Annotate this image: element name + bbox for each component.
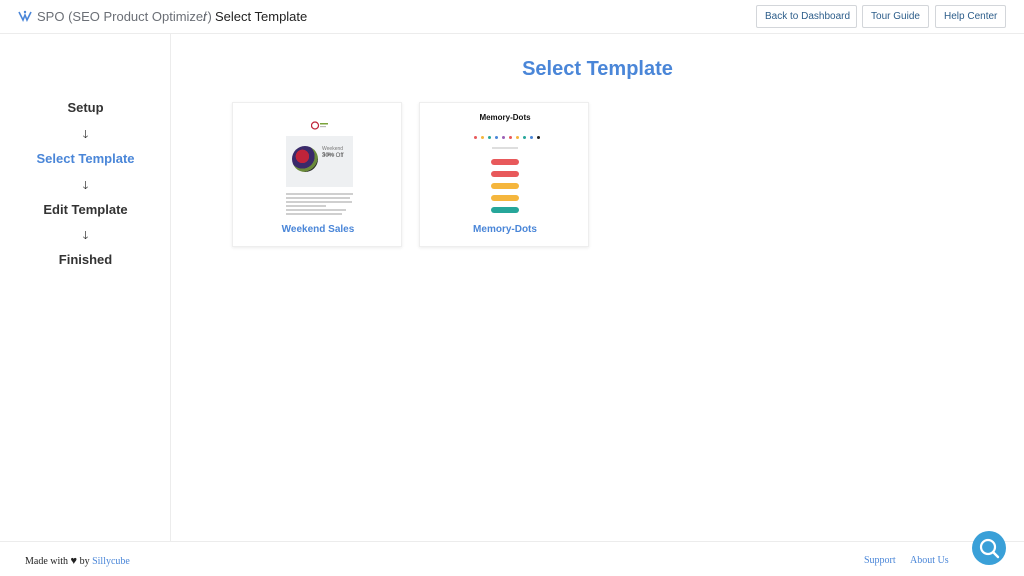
breadcrumb-app[interactable]: SPO (SEO Product Optimizer)	[37, 9, 212, 24]
color-dot	[495, 136, 498, 139]
template-card-memory-dots[interactable]: Memory-Dots Memory-Dots	[419, 102, 589, 247]
breadcrumb-separator: /	[203, 9, 207, 24]
text-line	[286, 209, 346, 211]
help-fab-button[interactable]	[972, 531, 1006, 565]
step-select-template: Select Template	[36, 151, 135, 166]
step-setup: Setup	[67, 100, 104, 115]
pill-button	[491, 207, 519, 213]
text-line	[286, 205, 326, 207]
step-arrow-icon: 🡓	[82, 180, 89, 192]
breadcrumb-current-page: Select Template	[215, 9, 308, 24]
subtitle-line	[492, 147, 518, 149]
color-dot	[474, 136, 477, 139]
support-link[interactable]: Support	[864, 555, 896, 566]
color-dots-row	[474, 136, 540, 140]
step-arrow-icon: 🡓	[82, 129, 89, 141]
pill-button	[491, 159, 519, 165]
step-finished: Finished	[58, 252, 113, 267]
step-arrow-icon: 🡓	[82, 230, 89, 242]
template-name[interactable]: Weekend Sales	[233, 224, 403, 235]
hero-text-discount: 30% Off	[322, 153, 344, 159]
color-dot	[537, 136, 540, 139]
color-dot	[516, 136, 519, 139]
step-edit-template: Edit Template	[43, 202, 128, 217]
search-help-icon	[979, 538, 1000, 559]
heart-icon: ♥	[70, 555, 78, 567]
template-thumbnail-weekend-sales[interactable]: Weekend Sales 30% Off	[233, 103, 403, 221]
text-line	[286, 213, 342, 215]
color-dot	[488, 136, 491, 139]
color-dot	[502, 136, 505, 139]
template-card-weekend-sales[interactable]: Weekend Sales 30% Off Weekend Sales	[232, 102, 402, 247]
color-dot	[481, 136, 484, 139]
help-center-button[interactable]: Help Center	[935, 5, 1006, 28]
pill-button	[491, 195, 519, 201]
made-with-credit: Made with ♥ by Sillycube	[25, 555, 130, 567]
by-text: by	[79, 556, 90, 567]
made-with-text: Made with	[25, 556, 69, 567]
color-dot	[523, 136, 526, 139]
template-name[interactable]: Memory-Dots	[420, 224, 590, 235]
brand-link[interactable]: Sillycube	[92, 556, 130, 567]
top-bar: SPO (SEO Product Optimizer) / Select Tem…	[0, 0, 1024, 34]
thumbnail-title: Memory-Dots	[479, 113, 531, 122]
back-to-dashboard-button[interactable]: Back to Dashboard	[756, 5, 857, 28]
steps-sidebar: Setup 🡓 Select Template 🡓 Edit Template …	[0, 34, 171, 541]
about-us-link[interactable]: About Us	[910, 555, 949, 566]
shop-logo-icon	[311, 121, 328, 130]
template-thumbnail-memory-dots[interactable]: Memory-Dots	[420, 103, 590, 221]
text-line	[286, 197, 350, 199]
text-line	[286, 201, 352, 203]
tour-guide-button[interactable]: Tour Guide	[862, 5, 929, 28]
hero-image: Weekend Sales 30% Off	[286, 136, 353, 187]
berries-bowl-image	[292, 146, 318, 172]
color-dot	[509, 136, 512, 139]
footer: Made with ♥ by Sillycube Support About U…	[0, 541, 1024, 576]
text-line	[286, 193, 353, 195]
pill-button	[491, 183, 519, 189]
page-title: Select Template	[522, 58, 673, 80]
color-dot	[530, 136, 533, 139]
spo-logo-icon[interactable]	[18, 9, 32, 23]
pill-button	[491, 171, 519, 177]
